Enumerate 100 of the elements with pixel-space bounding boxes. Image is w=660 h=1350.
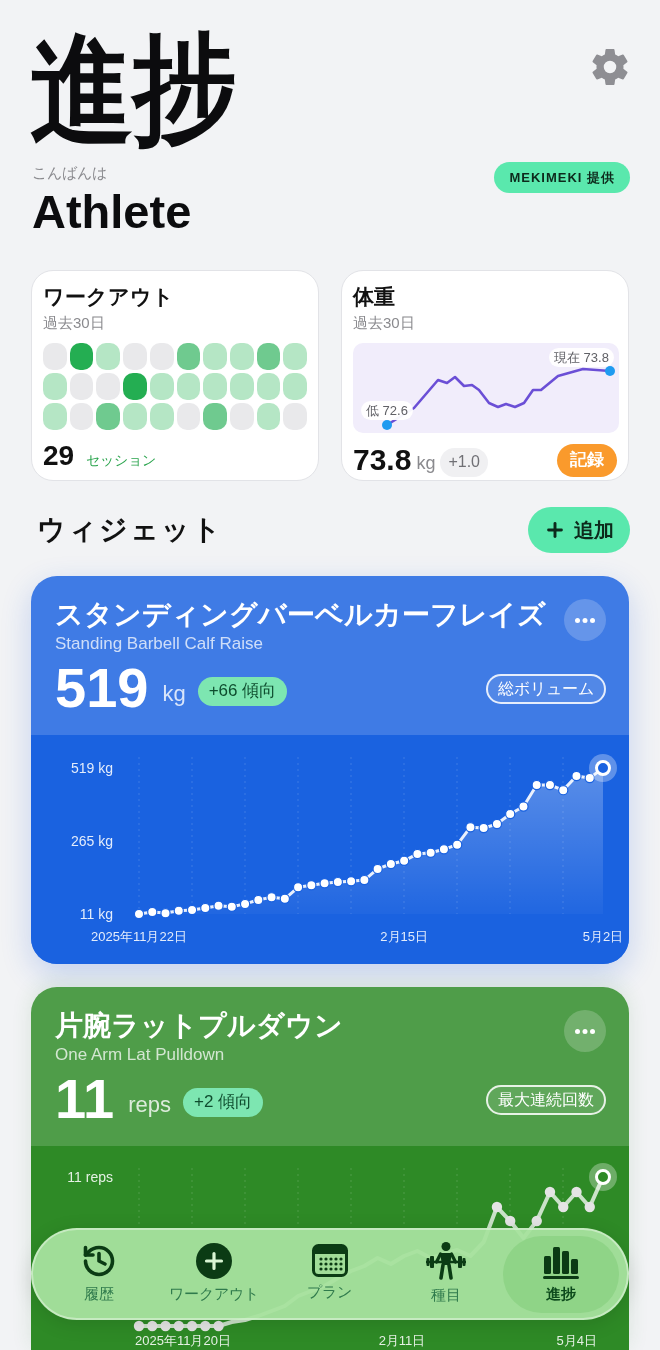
ellipsis-icon — [575, 617, 595, 623]
data-point — [319, 878, 330, 889]
weight-card[interactable]: 体重 過去30日 低 72.6 現在 73.8 73.8 kg +1.0 記録 — [341, 270, 629, 481]
x-axis-label: 2025年11月20日 — [135, 1333, 231, 1348]
data-point — [605, 366, 615, 376]
workout-card[interactable]: ワークアウト 過去30日 29 セッション — [31, 270, 319, 481]
data-point — [412, 848, 423, 860]
ellipsis-icon — [575, 1028, 595, 1034]
tab-item[interactable]: 種目 — [387, 1235, 504, 1313]
data-point — [173, 1320, 184, 1332]
data-point — [147, 1320, 158, 1332]
data-point — [173, 905, 184, 917]
card-title: 体重 — [353, 284, 396, 310]
data-point — [571, 1186, 582, 1198]
data-point — [531, 779, 542, 791]
plus-circle-icon — [196, 1242, 233, 1279]
sponsor-badge: MEKIMEKI 提供 — [494, 162, 630, 193]
data-point — [451, 839, 463, 850]
metric-unit: kg — [162, 679, 186, 708]
exercise-title: 片腕ラットプルダウン — [55, 1009, 343, 1043]
data-point — [465, 822, 476, 833]
y-axis-label: 519 kg — [70, 760, 113, 776]
metric-button[interactable]: 総ボリューム — [486, 674, 606, 704]
exercise-title: スタンディングバーベルカーフレイズ — [55, 598, 546, 632]
current-label: 現在 73.8 — [549, 348, 614, 367]
data-point — [332, 876, 344, 888]
data-point — [505, 808, 516, 820]
data-point — [147, 906, 158, 918]
data-point — [571, 770, 582, 782]
x-axis-label: 2月15日 — [380, 929, 428, 944]
weightlifter-icon — [424, 1241, 467, 1280]
session-count: 29 — [43, 440, 75, 472]
more-button[interactable] — [564, 1010, 606, 1052]
data-point — [160, 907, 171, 919]
data-point — [438, 844, 450, 855]
data-point — [213, 900, 224, 911]
data-point — [398, 855, 410, 867]
data-point — [544, 779, 556, 791]
data-point — [478, 822, 489, 834]
y-axis-label: 265 kg — [70, 833, 113, 849]
metric-unit: reps — [128, 1090, 171, 1119]
data-point — [253, 894, 264, 906]
exercise-subtitle: One Arm Lat Pulldown — [55, 1044, 226, 1066]
y-axis-label: 11 kg — [79, 906, 113, 922]
change-badge: +1.0 — [440, 447, 488, 477]
weight-unit: kg — [416, 451, 436, 475]
data-point — [558, 784, 569, 796]
tab-item[interactable]: ワークアウト — [156, 1235, 273, 1313]
user-name: Athlete — [32, 186, 192, 238]
data-point — [359, 874, 370, 886]
trend-badge: +2 傾向 — [183, 1087, 264, 1117]
data-point — [213, 1320, 224, 1332]
calendar-icon — [312, 1244, 348, 1278]
y-axis-label: 11 reps — [67, 1169, 113, 1185]
greeting: こんばんは — [32, 163, 107, 183]
tab-item[interactable]: プラン — [272, 1235, 388, 1313]
data-point — [382, 420, 392, 430]
tab-item[interactable]: 履歴 — [41, 1235, 157, 1313]
metric-value: 519 — [55, 659, 149, 717]
add-button[interactable]: 追加 — [528, 507, 630, 553]
data-point — [160, 1320, 171, 1332]
data-point — [589, 1163, 617, 1191]
settings-icon — [590, 47, 630, 87]
data-point — [345, 876, 357, 887]
card-subtitle: 過去30日 — [353, 313, 416, 333]
data-point — [186, 1320, 198, 1332]
plus-icon — [544, 519, 566, 541]
data-point — [491, 818, 503, 830]
data-point — [306, 880, 317, 891]
metric-button[interactable]: 最大連続回数 — [486, 1085, 606, 1115]
more-button[interactable] — [564, 599, 606, 641]
data-point — [544, 1186, 556, 1198]
data-point — [200, 902, 211, 914]
data-point — [518, 801, 529, 812]
low-label: 低 72.6 — [361, 401, 413, 420]
weight-value: 73.8 — [353, 443, 412, 477]
data-point — [186, 904, 198, 916]
data-point — [133, 908, 145, 920]
tab-item[interactable]: 進捗 — [503, 1235, 619, 1313]
session-label: セッション — [86, 451, 157, 470]
x-axis-label: 2月11日 — [378, 1333, 426, 1348]
data-point — [133, 1320, 145, 1332]
data-point — [558, 1201, 569, 1213]
record-button[interactable]: 記録 — [557, 443, 617, 477]
card-subtitle: 過去30日 — [43, 313, 106, 333]
settings-button[interactable] — [590, 47, 630, 87]
data-point — [279, 893, 291, 904]
x-axis-label: 5月4日 — [556, 1333, 597, 1348]
trend-badge: +66 傾向 — [197, 676, 288, 706]
data-point — [266, 892, 277, 903]
data-point — [226, 901, 237, 912]
metric-value: 11 — [55, 1070, 115, 1128]
data-point — [425, 847, 436, 858]
widget-card[interactable]: スタンディングバーベルカーフレイズ Standing Barbell Calf Raise 519 kg +66 傾向 総ボリューム 519 kg 265 kg 11 kg 2025年11月22日 2月15日 5月2日 — [31, 576, 629, 964]
page-title: 進捗 — [30, 25, 237, 153]
data-point — [584, 1201, 595, 1213]
data-point — [385, 858, 397, 870]
section-title: ウィジェット — [37, 513, 223, 547]
data-point — [491, 1201, 503, 1213]
data-point — [200, 1320, 211, 1332]
